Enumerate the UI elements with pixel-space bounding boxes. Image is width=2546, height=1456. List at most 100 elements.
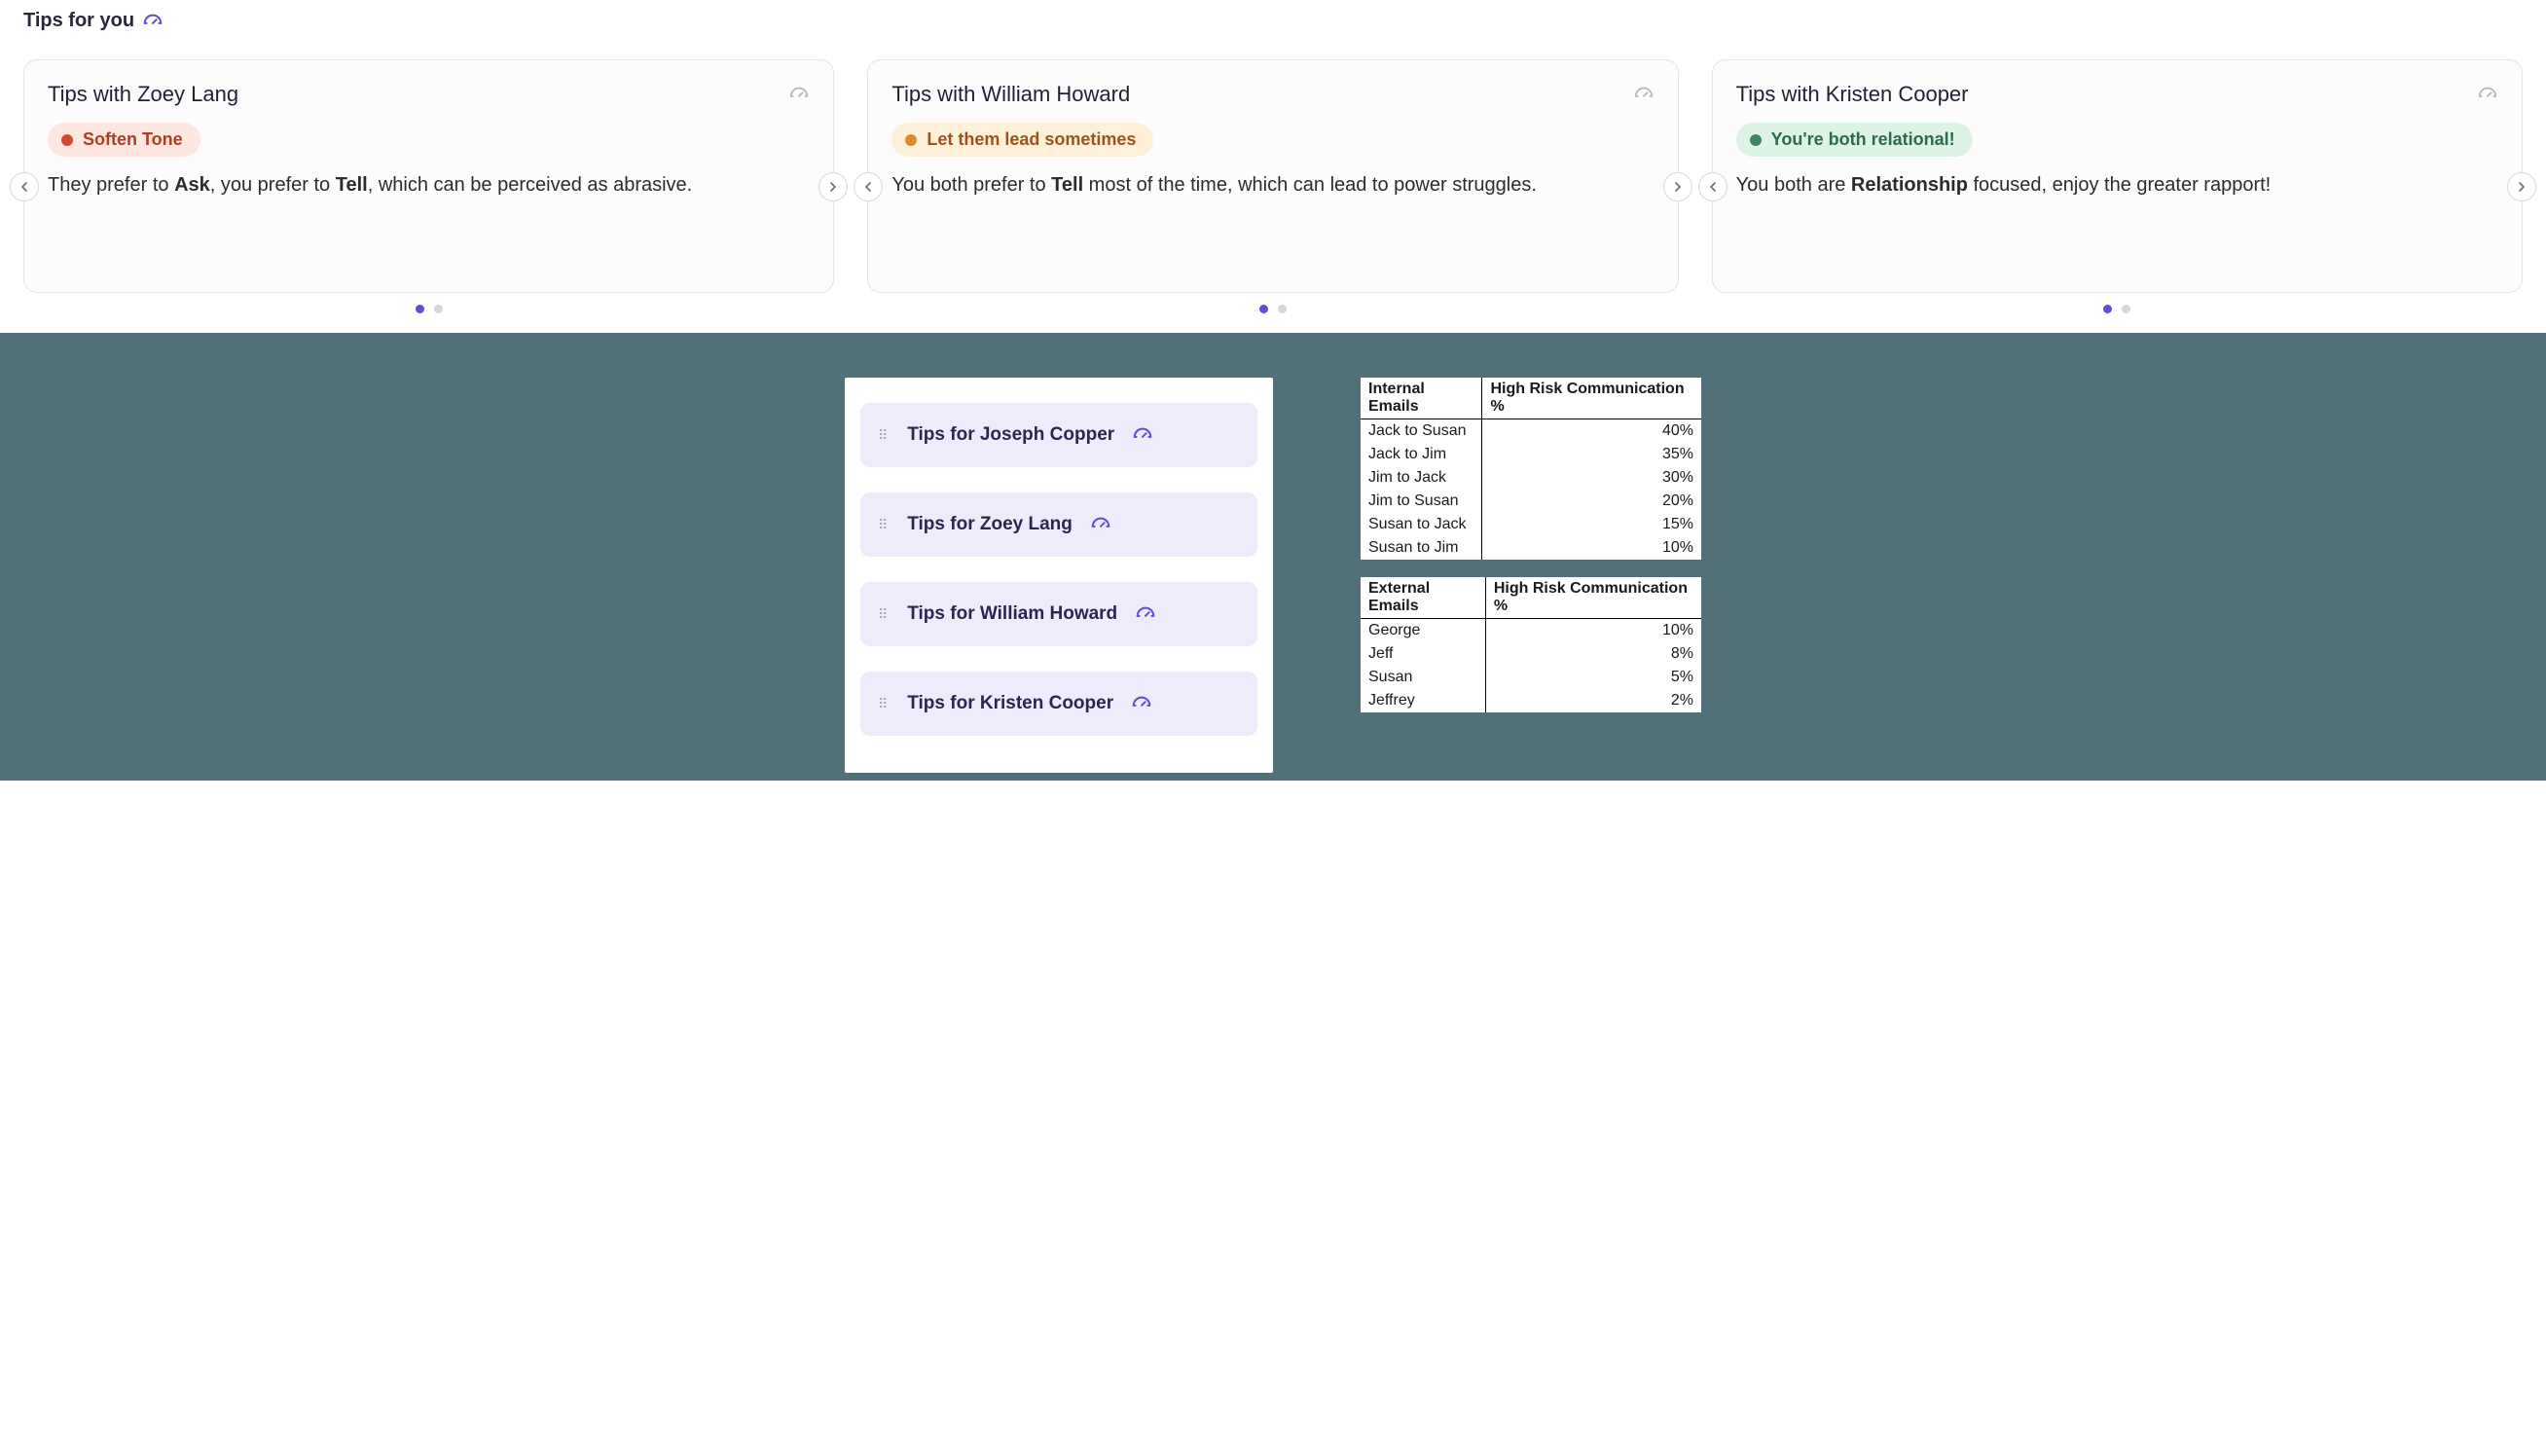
list-item[interactable]: ⠿ Tips for Zoey Lang [860,492,1257,557]
tip-card-wrap: Tips with Kristen Cooper You're both rel… [1712,59,2523,313]
gauge-icon [1135,603,1156,625]
drag-handle-icon[interactable]: ⠿ [878,610,890,618]
bottom-region: ⠿ Tips for Joseph Copper ⠿ Tips for Zoey… [0,333,2546,781]
tip-card-wrap: Tips with William Howard Let them lead s… [867,59,1678,313]
table-cell: Jeff [1361,642,1485,666]
table-cell: Jack to Susan [1361,419,1482,444]
tip-badge-label: Let them lead sometimes [927,129,1136,150]
list-item-label: Tips for William Howard [907,603,1117,625]
section-title-text: Tips for you [23,10,134,32]
tip-card-head: Tips with Zoey Lang [48,82,810,107]
table-row: Jim to Susan20% [1361,490,1701,513]
gauge-icon [1090,514,1111,535]
tip-badge: Soften Tone [48,123,200,157]
tip-body: You both prefer to Tell most of the time… [891,170,1654,200]
table-cell: 5% [1485,666,1701,689]
table-row: Jack to Susan40% [1361,419,1701,444]
internal-emails-table: Internal Emails High Risk Communication … [1361,378,1701,560]
table-header: Internal Emails [1361,378,1482,419]
drag-handle-icon[interactable]: ⠿ [878,700,890,708]
tip-body: You both are Relationship focused, enjoy… [1736,170,2498,200]
table-row: Jim to Jack30% [1361,466,1701,490]
tip-card[interactable]: Tips with William Howard Let them lead s… [867,59,1678,293]
list-item-label: Tips for Joseph Copper [907,424,1114,446]
table-body: George10%Jeff8%Susan5%Jeffrey2% [1361,619,1701,713]
gauge-icon [142,11,164,32]
section-title: Tips for you [23,10,2523,32]
table-header: External Emails [1361,577,1485,619]
tip-card-wrap: Tips with Zoey Lang Soften Tone They pre… [23,59,834,313]
tip-card-head: Tips with William Howard [891,82,1654,107]
gauge-icon [1131,693,1152,714]
gauge-icon [2477,84,2498,105]
tips-for-you-section: Tips for you Tips with Zoey Lang [0,0,2546,333]
table-row: Jack to Jim35% [1361,443,1701,466]
tip-body: They prefer to Ask, you prefer to Tell, … [48,170,810,200]
table-row: Susan5% [1361,666,1701,689]
table-cell: 40% [1482,419,1701,444]
pager-dot[interactable] [1259,305,1268,313]
table-cell: Jim to Jack [1361,466,1482,490]
table-row: Susan to Jack15% [1361,513,1701,536]
gauge-icon [1633,84,1655,105]
table-cell: 15% [1482,513,1701,536]
tip-card[interactable]: Tips with Kristen Cooper You're both rel… [1712,59,2523,293]
pager [23,305,834,313]
list-item[interactable]: ⠿ Tips for William Howard [860,582,1257,646]
tip-card[interactable]: Tips with Zoey Lang Soften Tone They pre… [23,59,834,293]
list-item-label: Tips for Kristen Cooper [907,693,1113,714]
table-row: George10% [1361,619,1701,643]
tip-cards-row: Tips with Zoey Lang Soften Tone They pre… [23,59,2523,313]
table-cell: 2% [1485,689,1701,712]
table-cell: 30% [1482,466,1701,490]
pager [867,305,1678,313]
prev-tip-button[interactable] [1698,172,1728,201]
tip-card-head: Tips with Kristen Cooper [1736,82,2498,107]
pager-dot[interactable] [416,305,424,313]
table-cell: 10% [1482,536,1701,560]
table-cell: 35% [1482,443,1701,466]
pager-dot[interactable] [2122,305,2130,313]
table-cell: Susan [1361,666,1485,689]
table-header: High Risk Communication % [1482,378,1701,419]
table-cell: Susan to Jim [1361,536,1482,560]
pager-dot[interactable] [1278,305,1287,313]
prev-tip-button[interactable] [854,172,883,201]
tip-badge: You're both relational! [1736,123,1973,157]
tip-card-title: Tips with Kristen Cooper [1736,82,1969,107]
gauge-icon [788,84,810,105]
drag-handle-icon[interactable]: ⠿ [878,521,890,528]
tip-badge: Let them lead sometimes [891,123,1153,157]
gauge-icon [1132,424,1153,446]
table-cell: 8% [1485,642,1701,666]
pager-dot[interactable] [2103,305,2112,313]
table-row: Susan to Jim10% [1361,536,1701,560]
status-dot-icon [61,134,73,146]
table-cell: Susan to Jack [1361,513,1482,536]
external-emails-table: External Emails High Risk Communication … [1361,577,1701,712]
table-cell: Jim to Susan [1361,490,1482,513]
next-tip-button[interactable] [818,172,848,201]
prev-tip-button[interactable] [10,172,39,201]
status-dot-icon [1750,134,1762,146]
table-cell: George [1361,619,1485,643]
table-row: Jeff8% [1361,642,1701,666]
table-cell: 10% [1485,619,1701,643]
table-row: Jeffrey2% [1361,689,1701,712]
next-tip-button[interactable] [1663,172,1692,201]
tips-list-panel: ⠿ Tips for Joseph Copper ⠿ Tips for Zoey… [845,378,1273,773]
list-item[interactable]: ⠿ Tips for Joseph Copper [860,403,1257,467]
table-cell: Jeffrey [1361,689,1485,712]
tip-card-title: Tips with Zoey Lang [48,82,238,107]
tip-badge-label: You're both relational! [1771,129,1955,150]
list-item-label: Tips for Zoey Lang [907,514,1073,535]
tables-column: Internal Emails High Risk Communication … [1361,378,1701,712]
table-cell: 20% [1482,490,1701,513]
next-tip-button[interactable] [2507,172,2536,201]
drag-handle-icon[interactable]: ⠿ [878,431,890,439]
table-header: High Risk Communication % [1485,577,1701,619]
tip-badge-label: Soften Tone [83,129,183,150]
list-item[interactable]: ⠿ Tips for Kristen Cooper [860,672,1257,736]
tip-card-title: Tips with William Howard [891,82,1130,107]
pager-dot[interactable] [434,305,443,313]
